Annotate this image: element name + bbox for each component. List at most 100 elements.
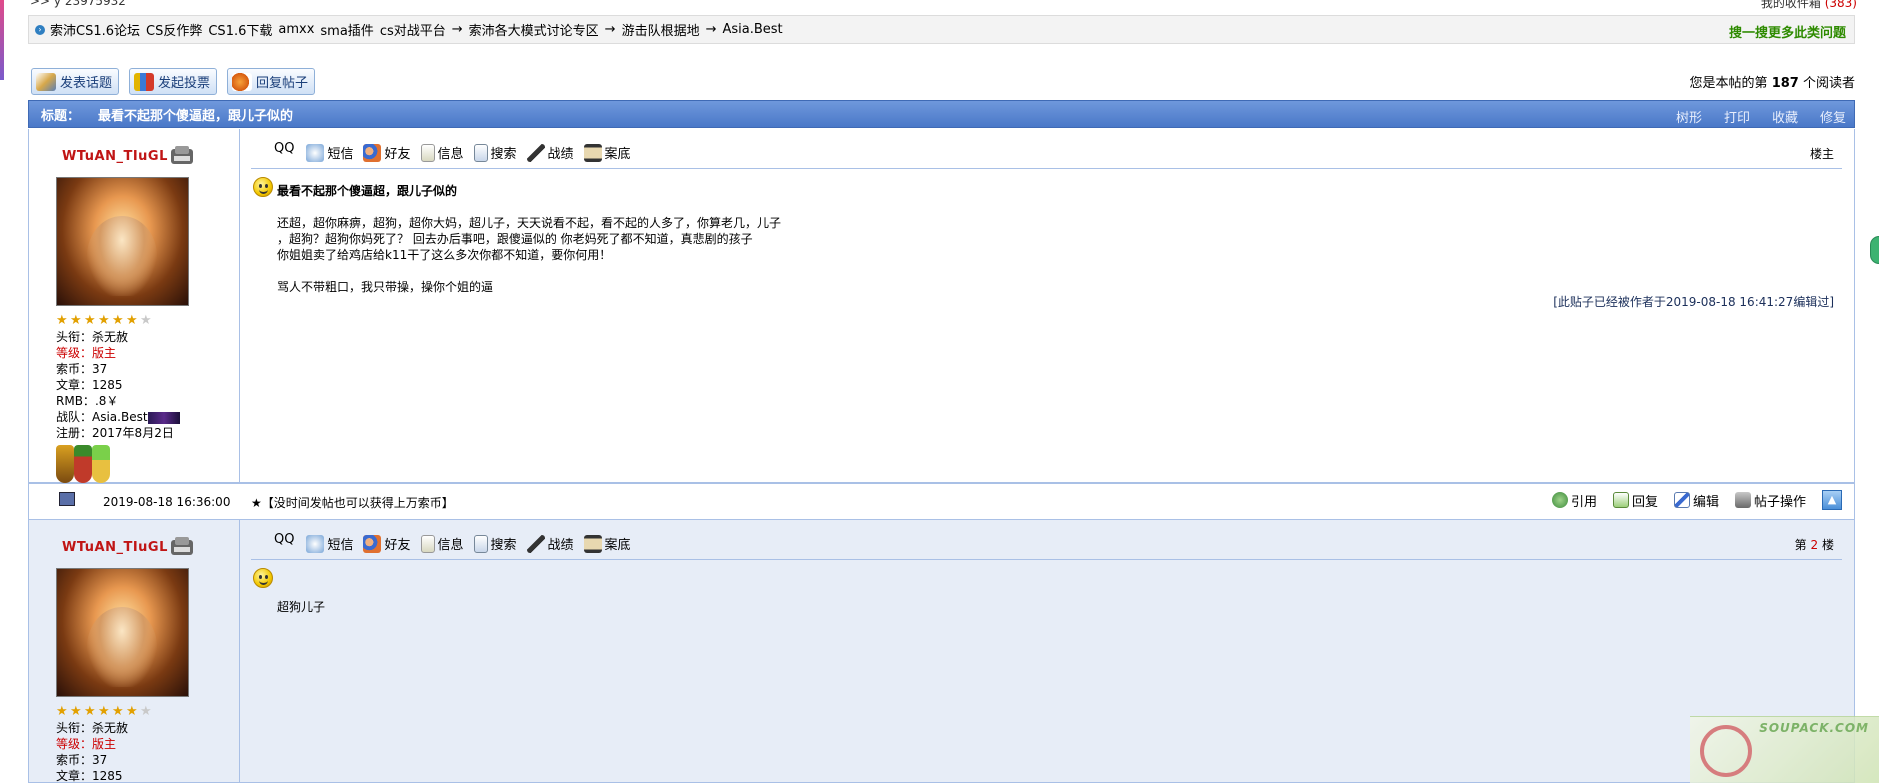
record-button[interactable]: 战绩 [526, 534, 574, 553]
edit-pencil-icon [1673, 492, 1690, 508]
reader-number: 187 [1771, 76, 1799, 91]
search-button[interactable]: 搜索 [473, 534, 517, 553]
reader-prefix: 您是本帖的第 [1689, 76, 1768, 91]
edit-button[interactable]: 编辑 [1673, 491, 1719, 510]
info-level-value: 版主 [92, 346, 117, 360]
info-title-value: 杀无赦 [92, 721, 129, 735]
thread-title-bar: 标题： 最看不起那个傻逼超，跟儿子似的 树形 打印 收藏 修复 [28, 100, 1855, 128]
friends-icon [363, 143, 382, 162]
favorite-link[interactable]: 收藏 [1772, 107, 1798, 126]
breadcrumb-item-amxx[interactable]: amxx [278, 22, 314, 37]
author-name[interactable]: WTuAN_TIuGL [62, 540, 168, 555]
qq-link[interactable]: QQ [274, 141, 294, 156]
breadcrumb-item-modes[interactable]: 索沛各大模式讨论专区 [469, 20, 599, 39]
title-label: 标题： [41, 108, 81, 124]
info-label: 信息 [437, 147, 464, 162]
side-float-button[interactable] [1870, 236, 1879, 264]
info-button[interactable]: 信息 [420, 143, 464, 162]
star-icon: ★ [112, 704, 124, 719]
post-ops-label: 帖子操作 [1753, 494, 1806, 510]
print-link[interactable]: 打印 [1724, 107, 1750, 126]
divider [251, 559, 1842, 560]
breadcrumb-item-asia-best[interactable]: Asia.Best [722, 22, 782, 37]
pencil-icon [36, 72, 56, 91]
inbox-label[interactable]: 我的收件箱 [1761, 0, 1821, 10]
breadcrumb-item-forum[interactable]: 索沛CS1.6论坛 [50, 20, 140, 39]
case-button[interactable]: 案底 [583, 534, 631, 553]
info-posts-value: 1285 [92, 769, 123, 783]
promo-note[interactable]: ★【没时间发帖也可以获得上万索币】 [251, 494, 454, 511]
info-label: 信息 [437, 538, 464, 553]
info-level-key: 等级： [56, 737, 93, 751]
top-user-line: >> y 23975932 [30, 0, 126, 8]
qq-link[interactable]: QQ [274, 532, 294, 547]
info-rmb-value: .8￥ [94, 394, 119, 408]
info-posts-value: 1285 [92, 378, 123, 392]
post-body-line: 你姐姐卖了给鸡店给k11干了这么多次你都不知道，要你何用！ [277, 248, 612, 262]
floor-number: 2 [1810, 538, 1819, 552]
reply-button[interactable]: 回复 [1612, 491, 1658, 510]
sms-icon [306, 143, 325, 162]
author-panel: WTuAN_TIuGL ★ ★ ★ ★ ★ ★ ★ 头衔：杀无赦 等级：版主 索币：37 文… [29, 520, 240, 783]
soldier-icon [526, 534, 545, 553]
floor-suffix: 楼 [1821, 538, 1834, 552]
info-rmb-key: RMB： [56, 394, 95, 408]
inbox-link[interactable]: 我的收件箱 (383) [1761, 0, 1857, 11]
star-icon: ★ [112, 313, 124, 328]
post-ops-button[interactable]: 帖子操作 [1734, 491, 1806, 510]
breadcrumb-item-sma[interactable]: sma插件 [320, 20, 373, 39]
repair-link[interactable]: 修复 [1820, 107, 1846, 126]
watermark-text: SOUPACK.COM [1759, 721, 1869, 735]
scroll-top-button[interactable]: ▲ [1822, 490, 1842, 510]
document-icon [420, 143, 435, 162]
floor-prefix: 第 [1794, 538, 1807, 552]
site-watermark: SOUPACK.COM [1690, 716, 1879, 783]
search-button[interactable]: 搜索 [473, 143, 517, 162]
star-icon: ★ [56, 704, 68, 719]
case-file-icon [583, 534, 602, 553]
new-poll-button[interactable]: 发起投票 [129, 68, 218, 95]
case-button[interactable]: 案底 [583, 143, 631, 162]
divider [251, 168, 1842, 169]
watermark-logo-icon [1700, 725, 1752, 777]
edit-notice: [此贴子已经被作者于2019-08-18 16:41:27编辑过] [1553, 295, 1834, 309]
star-icon: ★ [98, 704, 110, 719]
post-content: QQ 短信 好友 信息 搜索 战绩 案底 第 2 楼 超狗儿子 [241, 520, 1854, 782]
star-icon: ★ [84, 704, 96, 719]
post-body: 超狗儿子 [277, 599, 325, 615]
avatar-figure [87, 607, 157, 687]
floor-label: 楼主 [1809, 147, 1834, 161]
reply-post-button[interactable]: 回复帖子 [227, 68, 316, 95]
search-label: 搜索 [490, 147, 517, 162]
search-more-link[interactable]: 搜一搜更多此类问题 [1729, 22, 1846, 41]
sms-button[interactable]: 短信 [306, 534, 353, 553]
tree-view-link[interactable]: 树形 [1676, 107, 1702, 126]
record-button[interactable]: 战绩 [526, 143, 574, 162]
author-name[interactable]: WTuAN_TIuGL [62, 149, 168, 164]
online-status-icon [171, 537, 193, 555]
post-body: 还超，超你麻痹，超狗，超你大妈，超儿子，天天说看不起，看不起的人多了，你算老几，… [277, 215, 781, 295]
post-time: 2019-08-18 16:36:00 [103, 495, 231, 509]
case-label: 案底 [604, 538, 631, 553]
friend-button[interactable]: 好友 [363, 143, 411, 162]
breadcrumb-item-download[interactable]: CS1.6下载 [208, 20, 272, 39]
star-icon: ★ [84, 313, 96, 328]
quote-button[interactable]: 引用 [1551, 491, 1597, 510]
breadcrumb-item-guerrilla[interactable]: 游击队根据地 [622, 20, 700, 39]
info-coins-key: 索币： [56, 753, 93, 767]
breadcrumb-item-platform[interactable]: cs对战平台 [380, 20, 446, 39]
friend-button[interactable]: 好友 [363, 534, 411, 553]
quote-label: 引用 [1570, 494, 1597, 510]
star-icon: ★ [56, 313, 68, 328]
breadcrumb-item-anticheat[interactable]: CS反作弊 [146, 20, 202, 39]
post-actions: 引用 回复 编辑 帖子操作 ▲ [1551, 490, 1842, 510]
star-icon: ★ [98, 313, 110, 328]
reader-count: 您是本帖的第 187 个阅读者 [1690, 72, 1855, 91]
sms-label: 短信 [327, 538, 354, 553]
info-button[interactable]: 信息 [420, 534, 464, 553]
computer-icon [59, 492, 75, 506]
sms-button[interactable]: 短信 [306, 143, 353, 162]
new-topic-button[interactable]: 发表话题 [31, 68, 120, 95]
left-edge-strip [0, 0, 4, 80]
author-toolbar: QQ 短信 好友 信息 搜索 战绩 案底 [274, 141, 631, 162]
